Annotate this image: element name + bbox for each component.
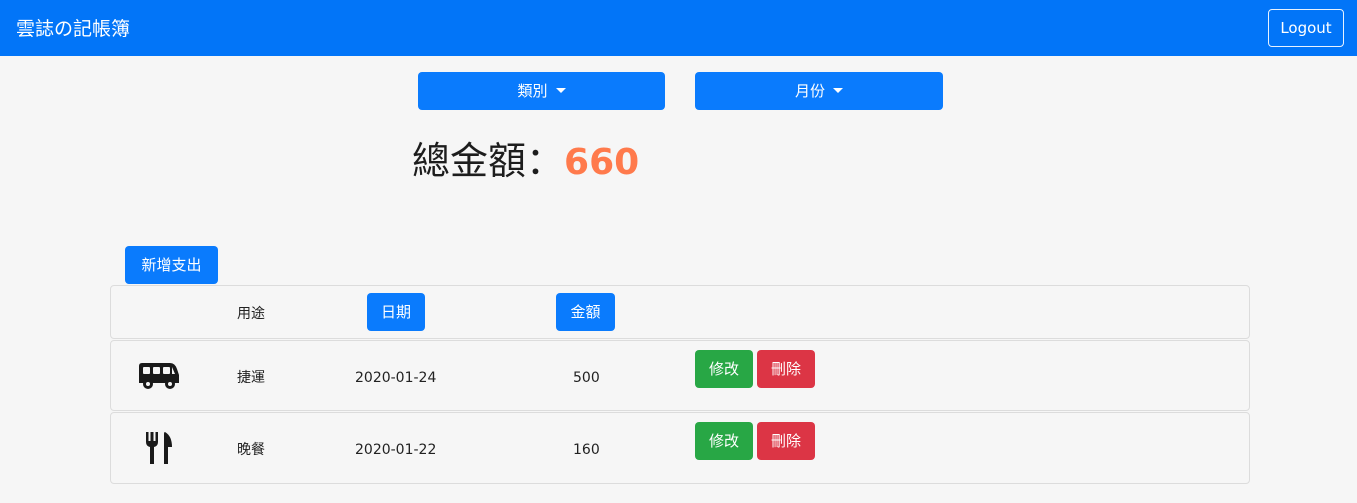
- caret-down-icon: [833, 88, 843, 93]
- table-row: 晚餐 2020-01-22 160 修改 刪除: [110, 412, 1250, 484]
- sort-amount-button[interactable]: 金額: [556, 293, 615, 331]
- edit-button[interactable]: 修改: [695, 422, 753, 460]
- row-purpose: 晚餐: [237, 442, 265, 458]
- edit-button[interactable]: 修改: [695, 350, 753, 388]
- row-date: 2020-01-22: [355, 442, 437, 458]
- sort-date-button[interactable]: 日期: [367, 293, 425, 331]
- app-brand[interactable]: 雲誌の記帳簿: [16, 16, 130, 42]
- row-date: 2020-01-24: [355, 370, 437, 386]
- delete-button[interactable]: 刪除: [757, 350, 815, 388]
- category-dropdown-label: 類別: [517, 82, 548, 100]
- row-amount: 160: [573, 442, 600, 458]
- add-expense-button[interactable]: 新增支出: [125, 246, 218, 284]
- caret-down-icon: [555, 88, 566, 93]
- delete-button[interactable]: 刪除: [757, 422, 815, 460]
- month-dropdown[interactable]: 月份: [695, 72, 943, 110]
- row-purpose: 捷運: [237, 370, 265, 386]
- table-header: 用途 日期 金額: [110, 285, 1250, 339]
- total-label: 總金額：: [412, 139, 565, 183]
- table-row: 捷運 2020-01-24 500 修改 刪除: [110, 340, 1250, 411]
- total-amount: 總金額：660: [412, 136, 639, 186]
- header-purpose: 用途: [237, 306, 265, 322]
- row-amount: 500: [573, 370, 600, 386]
- navbar: 雲誌の記帳簿 Logout: [0, 0, 1357, 56]
- logout-button[interactable]: Logout: [1268, 9, 1344, 47]
- total-value: 660: [564, 142, 640, 183]
- category-dropdown[interactable]: 類別: [418, 72, 665, 110]
- month-dropdown-label: 月份: [794, 82, 825, 100]
- bus-icon: [138, 361, 180, 395]
- utensils-icon: [144, 431, 174, 469]
